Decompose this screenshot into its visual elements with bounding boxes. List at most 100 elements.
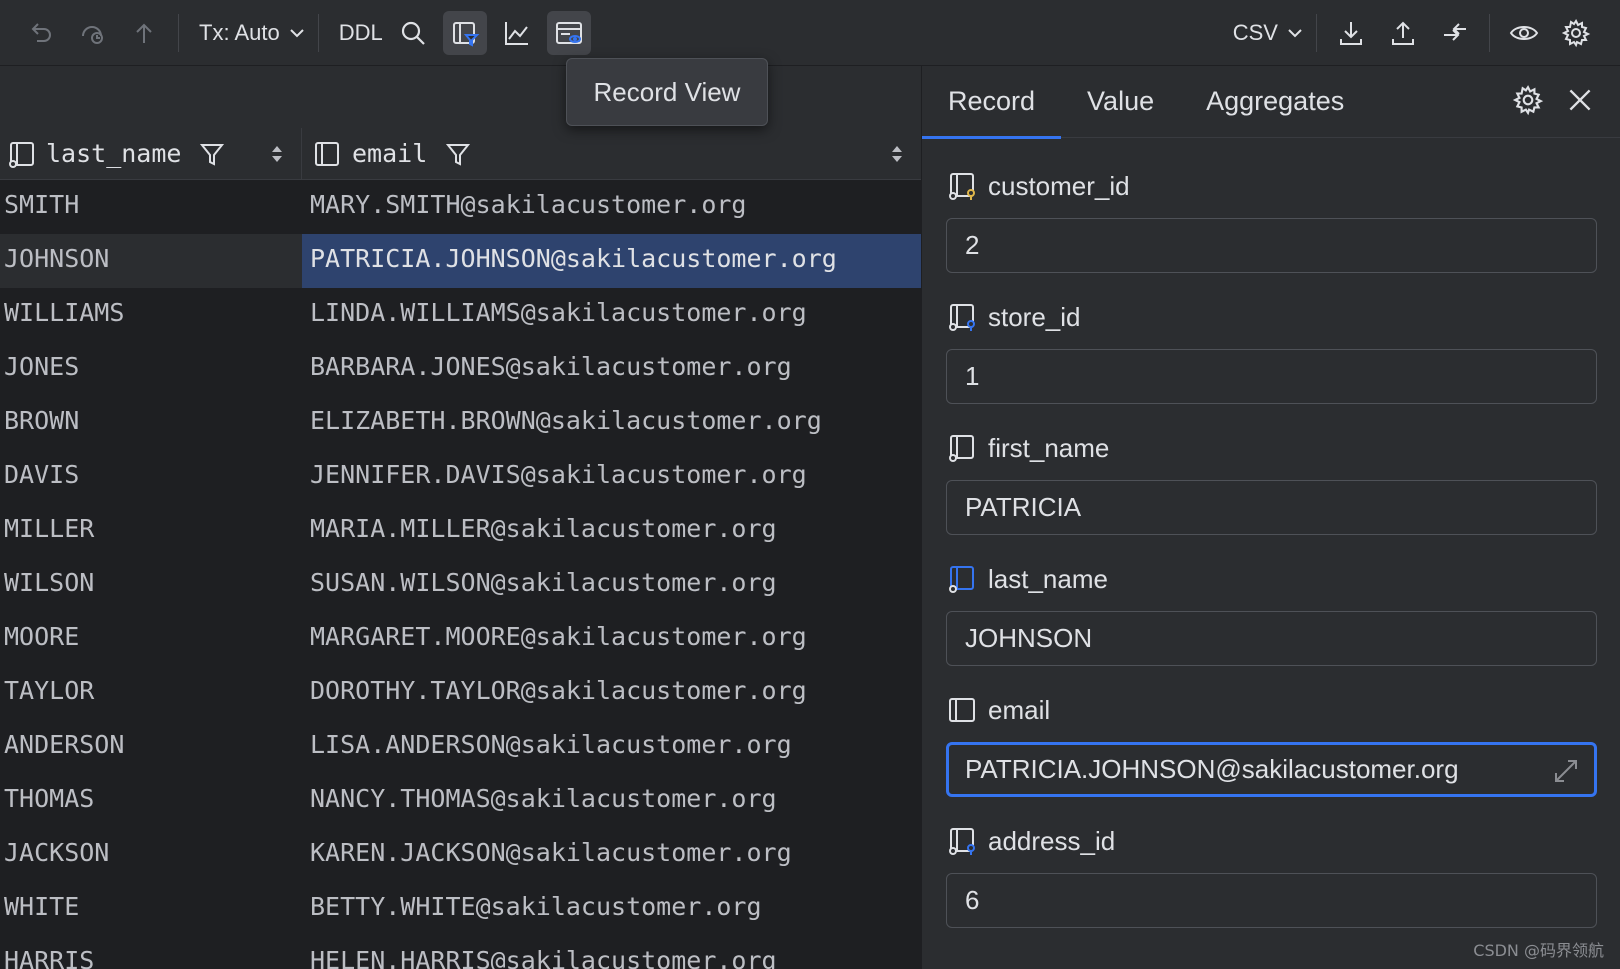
filter-icon[interactable]: [199, 141, 225, 167]
cell-last-name[interactable]: JOHNSON: [0, 234, 302, 288]
cell-last-name[interactable]: ANDERSON: [0, 720, 302, 774]
cell-email[interactable]: KAREN.JACKSON@sakilacustomer.org: [302, 828, 921, 882]
cell-email[interactable]: LISA.ANDERSON@sakilacustomer.org: [302, 720, 921, 774]
field-input-last-name[interactable]: JOHNSON: [946, 611, 1597, 666]
cell-last-name[interactable]: WILSON: [0, 558, 302, 612]
cell-email[interactable]: MARY.SMITH@sakilacustomer.org: [302, 180, 921, 234]
chart-button[interactable]: [495, 11, 539, 55]
table-row-selected[interactable]: JOHNSON PATRICIA.JOHNSON@sakilacustomer.…: [0, 234, 921, 288]
export-format-dropdown[interactable]: CSV: [1225, 11, 1312, 55]
table-row[interactable]: WILLIAMS LINDA.WILLIAMS@sakilacustomer.o…: [0, 288, 921, 342]
tx-mode-label: Tx: Auto: [199, 19, 280, 45]
field-label-first-name: first_name: [946, 426, 1596, 470]
cell-email[interactable]: NANCY.THOMAS@sakilacustomer.org: [302, 774, 921, 828]
expand-icon[interactable]: [1552, 757, 1580, 785]
eye-icon: [1509, 26, 1539, 40]
cell-last-name[interactable]: JONES: [0, 342, 302, 396]
field-input-email[interactable]: PATRICIA.JOHNSON@sakilacustomer.org: [946, 742, 1597, 797]
column-header-email[interactable]: email: [302, 128, 921, 179]
chart-icon: [504, 21, 528, 45]
filter-view-button[interactable]: [442, 10, 487, 55]
cell-email[interactable]: SUSAN.WILSON@sakilacustomer.org: [302, 558, 921, 612]
cell-last-name[interactable]: TAYLOR: [0, 666, 302, 720]
view-options-button[interactable]: [1502, 11, 1546, 55]
cell-last-name[interactable]: WILLIAMS: [0, 288, 302, 342]
field-value: PATRICIA: [965, 492, 1082, 522]
grid-top-bar: [0, 66, 921, 128]
table-row[interactable]: BROWN ELIZABETH.BROWN@sakilacustomer.org: [0, 396, 921, 450]
field-value: JOHNSON: [965, 623, 1093, 653]
cell-last-name[interactable]: DAVIS: [0, 450, 302, 504]
field-label-text: last_name: [988, 563, 1108, 594]
export-format-label: CSV: [1232, 20, 1278, 45]
cell-email[interactable]: HELEN.HARRIS@sakilacustomer.org: [302, 936, 921, 969]
cell-last-name[interactable]: MILLER: [0, 504, 302, 558]
field-input-first-name[interactable]: PATRICIA: [946, 480, 1597, 535]
indexed-column-icon: [949, 435, 974, 462]
chevron-down-icon: [290, 28, 304, 37]
cell-email[interactable]: BETTY.WHITE@sakilacustomer.org: [302, 882, 921, 936]
cell-email[interactable]: JENNIFER.DAVIS@sakilacustomer.org: [302, 450, 921, 504]
cell-email[interactable]: DOROTHY.TAYLOR@sakilacustomer.org: [302, 666, 921, 720]
field-value: 2: [965, 230, 980, 260]
table-row[interactable]: MILLER MARIA.MILLER@sakilacustomer.org: [0, 504, 921, 558]
gear-icon[interactable]: [1512, 84, 1544, 116]
table-row[interactable]: THOMAS NANCY.THOMAS@sakilacustomer.org: [0, 774, 921, 828]
cell-email[interactable]: ELIZABETH.BROWN@sakilacustomer.org: [302, 396, 921, 450]
field-input-customer-id[interactable]: 2: [946, 218, 1597, 273]
tab-aggregates[interactable]: Aggregates: [1206, 66, 1344, 138]
cell-last-name[interactable]: BROWN: [0, 396, 302, 450]
settings-button[interactable]: [1554, 11, 1598, 55]
table-row[interactable]: DAVIS JENNIFER.DAVIS@sakilacustomer.org: [0, 450, 921, 504]
tab-value[interactable]: Value: [1087, 66, 1154, 138]
cell-last-name[interactable]: WHITE: [0, 882, 302, 936]
revert-button[interactable]: [70, 11, 114, 55]
table-row[interactable]: MOORE MARGARET.MOORE@sakilacustomer.org: [0, 612, 921, 666]
sort-icon[interactable]: [889, 143, 905, 165]
tab-record[interactable]: Record: [921, 66, 1062, 139]
ddl-button[interactable]: DDL: [331, 11, 391, 55]
record-view-button[interactable]: [546, 10, 591, 55]
cell-email[interactable]: MARGARET.MOORE@sakilacustomer.org: [302, 612, 921, 666]
cell-last-name[interactable]: MOORE: [0, 612, 302, 666]
table-row[interactable]: WHITE BETTY.WHITE@sakilacustomer.org: [0, 882, 921, 936]
ddl-label: DDL: [338, 19, 383, 45]
filter-icon[interactable]: [445, 141, 471, 167]
cell-last-name[interactable]: SMITH: [0, 180, 302, 234]
record-view-tooltip: Record View: [566, 58, 768, 126]
table-row[interactable]: JACKSON KAREN.JACKSON@sakilacustomer.org: [0, 828, 921, 882]
tx-mode-dropdown[interactable]: Tx: Auto: [191, 11, 314, 55]
table-row[interactable]: HARRIS HELEN.HARRIS@sakilacustomer.org: [0, 936, 921, 969]
field-input-store-id[interactable]: 1: [946, 349, 1597, 404]
upload-button[interactable]: [1381, 11, 1425, 55]
cell-email[interactable]: BARBARA.JONES@sakilacustomer.org: [302, 342, 921, 396]
cell-email[interactable]: LINDA.WILLIAMS@sakilacustomer.org: [302, 288, 921, 342]
cell-last-name[interactable]: THOMAS: [0, 774, 302, 828]
table-row[interactable]: JONES BARBARA.JONES@sakilacustomer.org: [0, 342, 921, 396]
field-input-address-id[interactable]: 6: [946, 873, 1597, 928]
cell-last-name[interactable]: JACKSON: [0, 828, 302, 882]
toolbar-right-group: CSV: [1225, 11, 1606, 55]
compare-button[interactable]: [1433, 11, 1477, 55]
cell-email-selected[interactable]: PATRICIA.JOHNSON@sakilacustomer.org: [302, 234, 921, 288]
table-row[interactable]: ANDERSON LISA.ANDERSON@sakilacustomer.or…: [0, 720, 921, 774]
sort-icon[interactable]: [269, 143, 285, 165]
gear-icon: [1561, 19, 1591, 48]
field-label-text: email: [988, 694, 1051, 725]
search-button[interactable]: [391, 11, 435, 55]
submit-button[interactable]: [122, 11, 166, 55]
table-row[interactable]: TAYLOR DOROTHY.TAYLOR@sakilacustomer.org: [0, 666, 921, 720]
column-header-last-name[interactable]: last_name: [0, 128, 302, 179]
close-icon[interactable]: [1564, 84, 1596, 116]
undo-button[interactable]: [18, 11, 62, 55]
table-filter-icon: [452, 21, 480, 47]
download-button[interactable]: [1329, 11, 1373, 55]
cell-last-name[interactable]: HARRIS: [0, 936, 302, 969]
panel-tabs: Record Value Aggregates: [921, 66, 1620, 139]
cell-email[interactable]: MARIA.MILLER@sakilacustomer.org: [302, 504, 921, 558]
table-row[interactable]: SMITH MARY.SMITH@sakilacustomer.org: [0, 180, 921, 234]
data-grid: last_name email SMITH MARY.SMITH@sakilac…: [0, 66, 921, 969]
table-row[interactable]: WILSON SUSAN.WILSON@sakilacustomer.org: [0, 558, 921, 612]
foreign-key-column-icon: [949, 304, 975, 331]
field-label-email: email: [946, 688, 1596, 732]
